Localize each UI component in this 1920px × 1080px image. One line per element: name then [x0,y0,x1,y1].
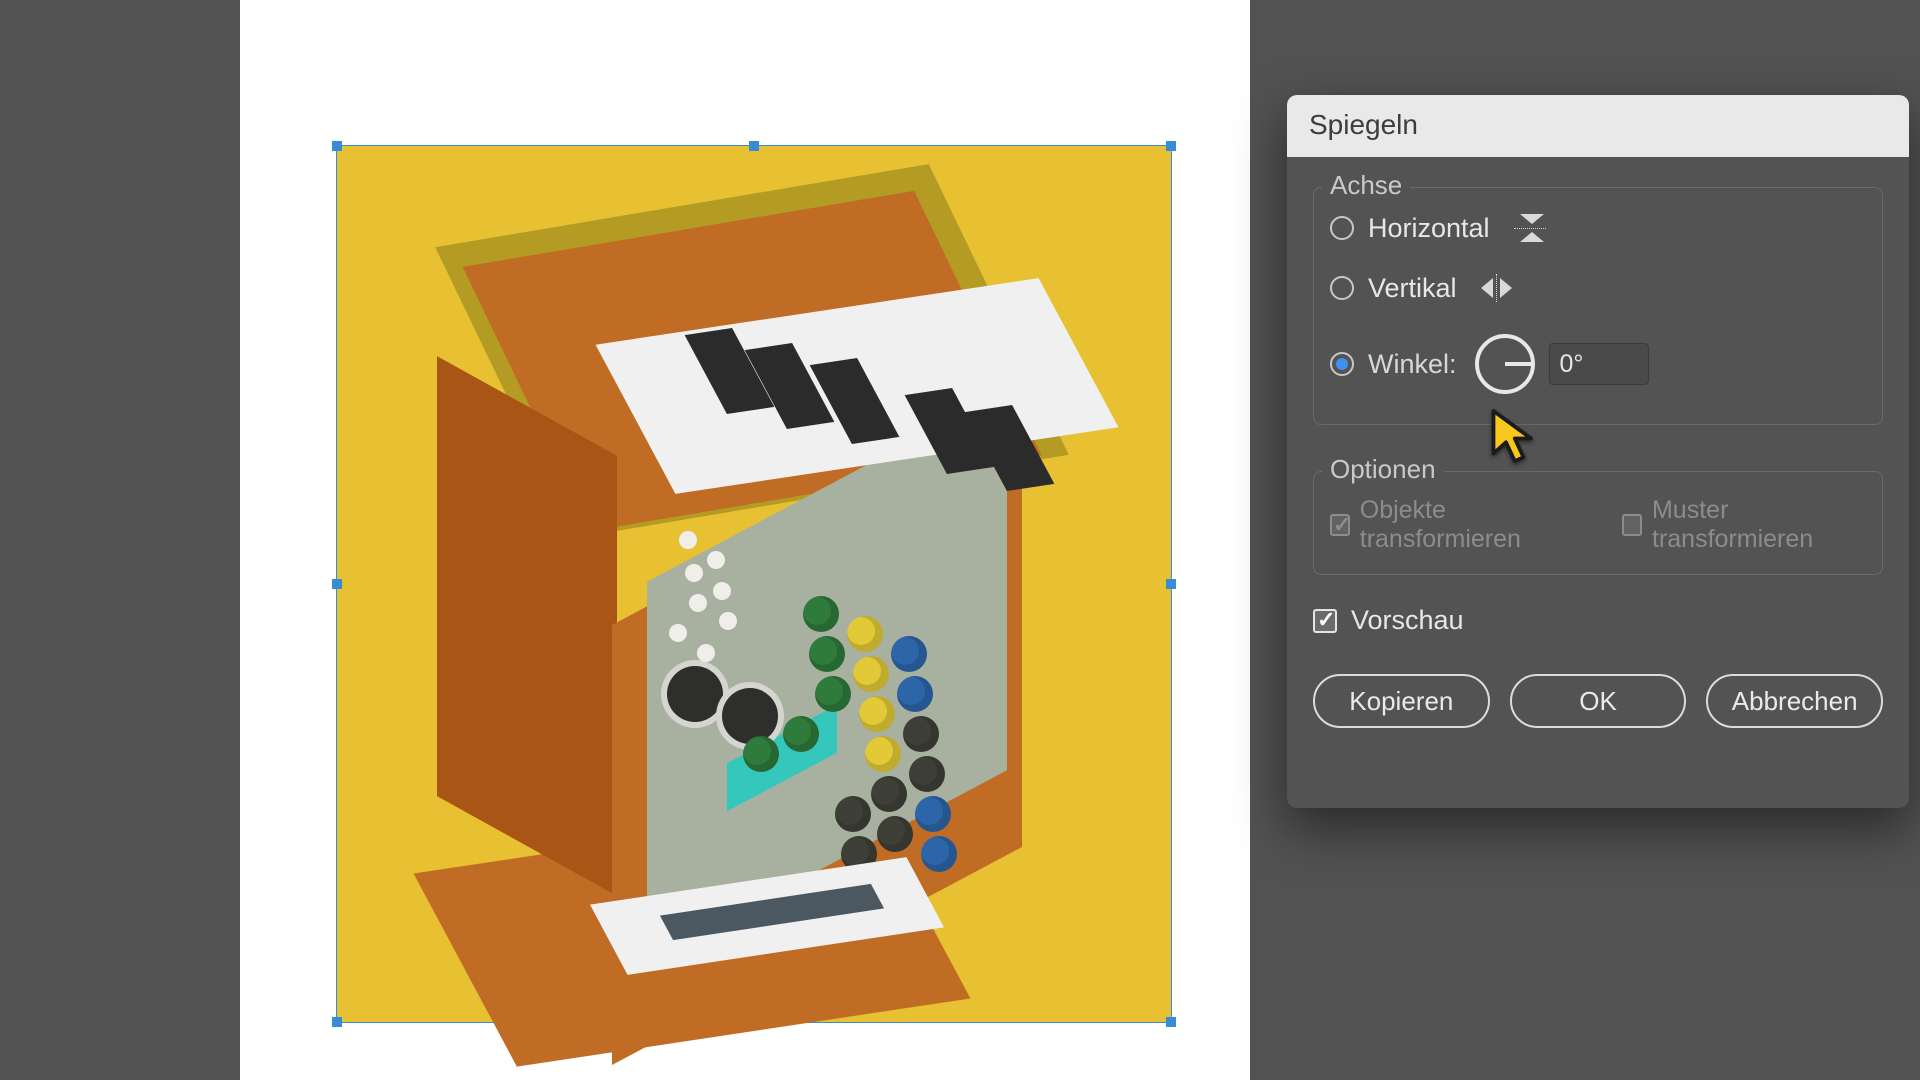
vertical-mirror-icon [1481,272,1513,304]
preview-checkbox[interactable] [1313,609,1337,633]
preview-row[interactable]: Vorschau [1313,605,1883,636]
axis-vertical-radio[interactable] [1330,276,1354,300]
selection-handle[interactable] [1166,141,1176,151]
selection-handle[interactable] [332,579,342,589]
transform-objects-option: Objekte transformieren [1330,496,1582,554]
preview-label: Vorschau [1351,605,1464,636]
axis-vertical-label: Vertikal [1368,273,1457,304]
axis-horizontal-radio[interactable] [1330,216,1354,240]
selection-handle[interactable] [749,1017,759,1027]
transform-patterns-option: Muster transformieren [1622,496,1866,554]
transform-objects-label: Objekte transformieren [1360,496,1583,554]
axis-angle-radio[interactable] [1330,352,1354,376]
axis-heading: Achse [1322,170,1410,201]
cancel-button[interactable]: Abbrechen [1706,674,1883,728]
angle-dial[interactable] [1475,334,1535,394]
selection-handle[interactable] [332,141,342,151]
dialog-buttons: Kopieren OK Abbrechen [1313,674,1883,728]
transform-patterns-checkbox [1622,514,1642,536]
artwork-illustration [337,146,1171,1022]
selection-handle[interactable] [332,1017,342,1027]
axis-horizontal-label: Horizontal [1368,213,1490,244]
axis-angle-label: Winkel: [1368,349,1457,380]
options-heading: Optionen [1322,454,1444,485]
angle-input[interactable] [1549,343,1649,385]
axis-horizontal-row[interactable]: Horizontal [1330,198,1866,258]
selection-handle[interactable] [1166,1017,1176,1027]
horizontal-mirror-icon [1514,212,1546,244]
reflect-dialog: Spiegeln Achse Horizontal Vertikal Winke… [1287,95,1909,808]
transform-patterns-label: Muster transformieren [1652,496,1866,554]
axis-vertical-row[interactable]: Vertikal [1330,258,1866,318]
selected-artwork[interactable] [336,145,1172,1023]
axis-group: Achse Horizontal Vertikal Winkel: [1313,187,1883,425]
dialog-title[interactable]: Spiegeln [1287,95,1909,157]
axis-angle-row[interactable]: Winkel: [1330,318,1866,394]
copy-button[interactable]: Kopieren [1313,674,1490,728]
transform-objects-checkbox [1330,514,1350,536]
options-group: Optionen Objekte transformieren Muster t… [1313,471,1883,575]
selection-handle[interactable] [749,141,759,151]
ok-button[interactable]: OK [1510,674,1687,728]
selection-handle[interactable] [1166,579,1176,589]
